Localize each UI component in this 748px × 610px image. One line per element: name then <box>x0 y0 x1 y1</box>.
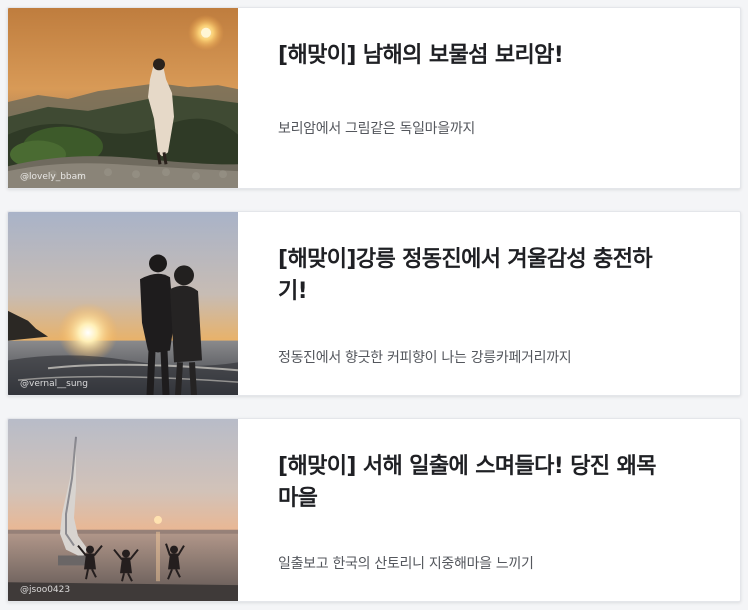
photo-credit: @jsoo0423 <box>20 585 71 595</box>
article-description: 정동진에서 향긋한 커피향이 나는 강릉카페거리까지 <box>278 350 572 366</box>
photo-credit: @vernal__sung <box>20 379 88 389</box>
article-title[interactable]: [해맞이] 남해의 보물섬 보리암! <box>278 40 658 72</box>
boriam-sunset-photo <box>8 8 238 188</box>
article-card-waemok[interactable]: @jsoo0423 [해맞이] 서해 일출에 스며들다! 당진 왜목마을 일출보… <box>7 418 741 602</box>
article-list: @lovely_bbam [해맞이] 남해의 보물섬 보리암! 보리암에서 그림… <box>0 0 748 610</box>
article-body: [해맞이]강릉 정동진에서 겨울감성 충전하기! 정동진에서 향긋한 커피향이 … <box>238 212 740 395</box>
waemok-sunrise-photo <box>8 419 238 601</box>
jeongdongjin-sunrise-photo <box>8 212 238 395</box>
article-body: [해맞이] 남해의 보물섬 보리암! 보리암에서 그림같은 독일마을까지 <box>238 8 740 188</box>
article-body: [해맞이] 서해 일출에 스며들다! 당진 왜목마을 일출보고 한국의 산토리니… <box>238 419 740 601</box>
article-title[interactable]: [해맞이]강릉 정동진에서 겨울감성 충전하기! <box>278 244 658 308</box>
article-description: 일출보고 한국의 산토리니 지중해마을 느끼기 <box>278 556 534 572</box>
article-description: 보리암에서 그림같은 독일마을까지 <box>278 121 475 137</box>
article-thumbnail[interactable]: @jsoo0423 <box>8 419 238 601</box>
article-thumbnail[interactable]: @lovely_bbam <box>8 8 238 188</box>
photo-credit: @lovely_bbam <box>20 172 86 182</box>
article-thumbnail[interactable]: @vernal__sung <box>8 212 238 395</box>
article-card-jeongdongjin[interactable]: @vernal__sung [해맞이]강릉 정동진에서 겨울감성 충전하기! 정… <box>7 211 741 396</box>
article-card-boriam[interactable]: @lovely_bbam [해맞이] 남해의 보물섬 보리암! 보리암에서 그림… <box>7 7 741 189</box>
article-title[interactable]: [해맞이] 서해 일출에 스며들다! 당진 왜목마을 <box>278 451 658 515</box>
